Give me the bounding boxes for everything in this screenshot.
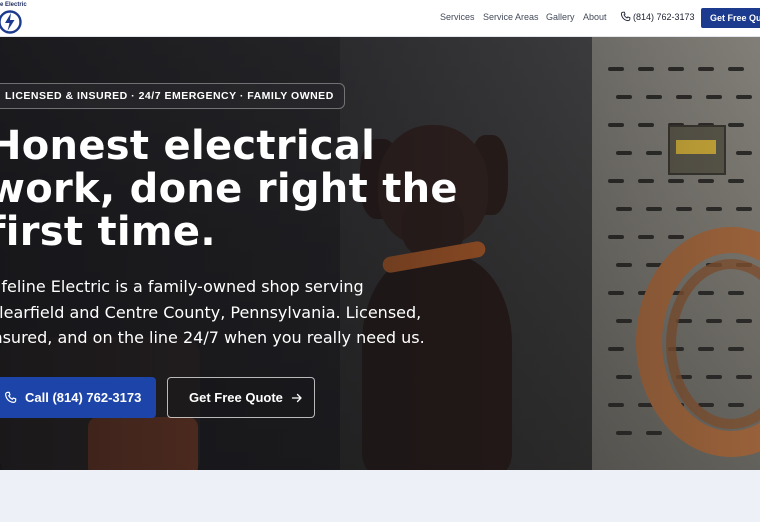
nav-phone-link[interactable]: (814) 762-3173 — [620, 11, 695, 22]
quote-button-label: Get Free Quote — [189, 390, 283, 405]
hero-subtext: Lifeline Electric is a family-owned shop… — [0, 277, 425, 347]
brand-logo[interactable]: e Electric — [0, 1, 28, 35]
phone-icon — [620, 11, 631, 22]
brand-name: e Electric — [0, 2, 27, 8]
lightning-bolt-logo-icon — [0, 10, 22, 34]
nav-link-services[interactable]: Services — [440, 12, 475, 22]
nav-link-service-areas[interactable]: Service Areas — [483, 12, 539, 22]
call-button-label: Call (814) 762-3173 — [25, 390, 142, 405]
arrow-right-icon — [291, 393, 302, 402]
hero-section: LICENSED & INSURED · 24/7 EMERGENCY · FA… — [0, 37, 760, 470]
trust-badge: LICENSED & INSURED · 24/7 EMERGENCY · FA… — [0, 83, 345, 109]
phone-icon — [5, 391, 17, 403]
call-phone-button[interactable]: Call (814) 762-3173 — [0, 377, 156, 418]
hero-headline: Honest electrical work, done right the f… — [0, 123, 458, 255]
nav-get-free-quote-button[interactable]: Get Free Quote — [701, 8, 760, 28]
next-section-background — [0, 470, 760, 522]
nav-link-about[interactable]: About — [583, 12, 607, 22]
nav-phone-number: (814) 762-3173 — [633, 11, 695, 22]
get-free-quote-button[interactable]: Get Free Quote — [167, 377, 315, 418]
nav-link-gallery[interactable]: Gallery — [546, 12, 575, 22]
top-navbar: e Electric Services Service Areas Galler… — [0, 0, 760, 37]
